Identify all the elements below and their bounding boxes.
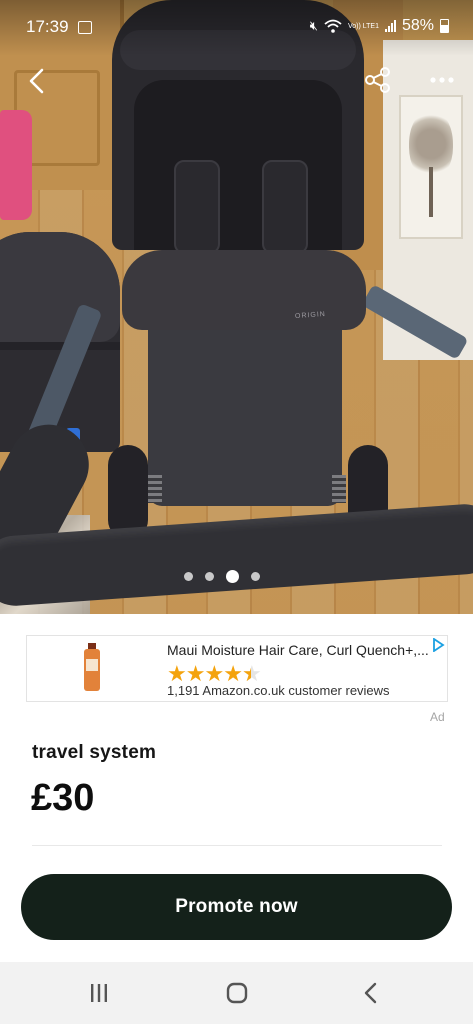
listing-price: £30 bbox=[31, 777, 95, 819]
status-bar: 17:39 🔇︎ Vo)) LTE1 58% bbox=[0, 0, 473, 56]
car-seat-canopy bbox=[0, 232, 120, 342]
footmuff bbox=[148, 318, 342, 506]
mute-icon: 🔇︎ bbox=[309, 18, 318, 33]
ad-label: Ad bbox=[430, 710, 445, 724]
pink-bag bbox=[0, 110, 32, 220]
recent-apps-icon[interactable] bbox=[84, 978, 114, 1008]
ad-banner[interactable]: Maui Moisture Hair Care, Curl Quench+,..… bbox=[26, 635, 448, 702]
harness-pad-left bbox=[174, 160, 220, 254]
home-icon[interactable] bbox=[222, 978, 252, 1008]
tree-picture bbox=[399, 95, 463, 239]
battery-percentage: 58% bbox=[401, 17, 434, 34]
more-vertical-icon bbox=[430, 77, 454, 83]
wifi-icon bbox=[324, 19, 342, 33]
carousel-dot-active[interactable] bbox=[226, 570, 239, 583]
back-button[interactable] bbox=[24, 64, 52, 98]
carousel-dot[interactable] bbox=[251, 572, 260, 581]
car-seat bbox=[0, 232, 120, 452]
share-icon bbox=[365, 67, 390, 93]
status-icons: 🔇︎ Vo)) LTE1 58% bbox=[310, 17, 449, 35]
signal-icon bbox=[384, 20, 396, 32]
harness-pad-right bbox=[262, 160, 308, 254]
divider bbox=[32, 845, 442, 846]
volte-indicator: Vo)) LTE1 bbox=[347, 22, 379, 30]
adchoices-icon[interactable] bbox=[431, 638, 445, 652]
carousel-dot[interactable] bbox=[205, 572, 214, 581]
promote-now-button[interactable]: Promote now bbox=[21, 874, 452, 940]
listing-photo[interactable]: ORIGIN bbox=[0, 0, 473, 614]
tree-trunk bbox=[429, 167, 433, 217]
gallery-notification-icon bbox=[78, 21, 92, 34]
ad-title[interactable]: Maui Moisture Hair Care, Curl Quench+,..… bbox=[167, 642, 429, 658]
pram-seat-liner bbox=[134, 80, 342, 250]
carousel-indicator bbox=[184, 570, 260, 583]
listing-title: travel system bbox=[32, 742, 157, 763]
system-navigation-bar bbox=[0, 962, 473, 1024]
footmuff-apron bbox=[122, 250, 366, 330]
chevron-left-icon bbox=[29, 68, 44, 94]
status-time: 17:39 bbox=[26, 17, 69, 36]
carousel-dot[interactable] bbox=[184, 572, 193, 581]
product-image bbox=[84, 643, 100, 691]
ad-reviews: 1,191 Amazon.co.uk customer reviews bbox=[167, 683, 390, 698]
more-options-button[interactable] bbox=[428, 66, 456, 94]
suspension-spring-right bbox=[332, 475, 346, 503]
back-nav-icon[interactable] bbox=[356, 978, 386, 1008]
car-seat-rim bbox=[0, 342, 120, 350]
battery-icon bbox=[440, 19, 449, 33]
suspension-spring-left bbox=[148, 475, 162, 503]
share-button[interactable] bbox=[364, 66, 392, 94]
